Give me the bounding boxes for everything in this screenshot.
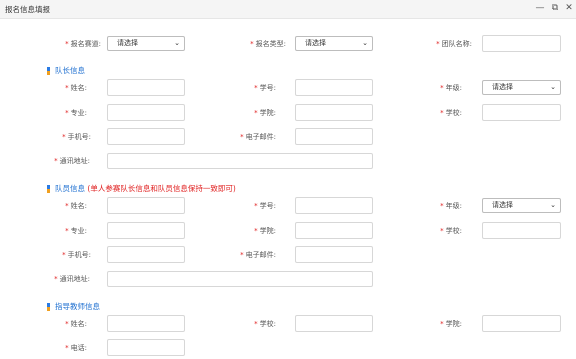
member-college-input[interactable]	[295, 222, 373, 239]
leader-student-id-input[interactable]	[295, 79, 373, 96]
competition-select[interactable]: 请选择 ⌄	[107, 36, 185, 51]
team-name-label: * 团队名称:	[436, 40, 472, 48]
maximize-icon[interactable]: ⧉	[550, 3, 560, 14]
leader-college-label: * 学院:	[254, 109, 276, 117]
section-marker-icon	[47, 67, 50, 75]
member-phone-label: * 手机号:	[62, 251, 91, 259]
member-student-id-label: * 学号:	[254, 202, 276, 210]
teacher-school-input[interactable]	[295, 315, 373, 332]
leader-student-id-label: * 学号:	[254, 84, 276, 92]
leader-email-input[interactable]	[295, 128, 373, 145]
teacher-phone-input[interactable]	[107, 339, 185, 356]
member-email-label: * 电子邮件:	[240, 251, 276, 259]
close-icon[interactable]: ✕	[564, 3, 574, 14]
teacher-name-input[interactable]	[107, 315, 185, 332]
leader-name-input[interactable]	[107, 79, 185, 96]
member-school-input[interactable]	[482, 222, 561, 239]
chevron-down-icon: ⌄	[174, 39, 180, 47]
leader-college-input[interactable]	[295, 104, 373, 121]
member-college-label: * 学院:	[254, 227, 276, 235]
leader-major-label: * 专业:	[65, 109, 87, 117]
teacher-section-header: 指导教师信息	[47, 301, 247, 313]
leader-address-input[interactable]	[107, 153, 373, 169]
leader-school-label: * 学校:	[440, 109, 462, 117]
section-marker-icon	[47, 303, 50, 311]
member-section-note: (单人参赛队长信息和队员信息保持一致即可)	[87, 184, 236, 193]
team-name-input[interactable]	[482, 35, 561, 52]
member-grade-select[interactable]: 请选择 ⌄	[482, 198, 561, 213]
leader-address-label: * 通讯地址:	[54, 157, 90, 165]
window-title: 报名信息填报	[5, 5, 50, 14]
member-name-label: * 姓名:	[65, 202, 87, 210]
member-grade-label: * 年级:	[440, 202, 462, 210]
member-major-input[interactable]	[107, 222, 185, 239]
leader-school-input[interactable]	[482, 104, 561, 121]
member-email-input[interactable]	[295, 246, 373, 263]
teacher-school-label: * 学校:	[254, 320, 276, 328]
leader-grade-label: * 年级:	[440, 84, 462, 92]
type-select[interactable]: 请选择 ⌄	[295, 36, 373, 51]
section-marker-icon	[47, 185, 50, 193]
minimize-icon[interactable]: —	[535, 3, 545, 14]
leader-grade-select[interactable]: 请选择 ⌄	[482, 80, 561, 95]
teacher-name-label: * 姓名:	[65, 320, 87, 328]
window-titlebar: 报名信息填报 — ⧉ ✕	[0, 0, 576, 19]
member-student-id-input[interactable]	[295, 197, 373, 214]
leader-major-input[interactable]	[107, 104, 185, 121]
teacher-college-input[interactable]	[482, 315, 561, 332]
member-name-input[interactable]	[107, 197, 185, 214]
member-school-label: * 学校:	[440, 227, 462, 235]
member-major-label: * 专业:	[65, 227, 87, 235]
leader-email-label: * 电子邮件:	[240, 133, 276, 141]
teacher-college-label: * 学院:	[440, 320, 462, 328]
chevron-down-icon: ⌄	[362, 39, 368, 47]
chevron-down-icon: ⌄	[550, 201, 556, 209]
member-section-header: 队员信息 (单人参赛队长信息和队员信息保持一致即可)	[47, 183, 347, 195]
teacher-phone-label: * 电话:	[65, 344, 87, 352]
chevron-down-icon: ⌄	[550, 83, 556, 91]
member-address-input[interactable]	[107, 271, 373, 287]
leader-phone-label: * 手机号:	[62, 133, 91, 141]
leader-name-label: * 姓名:	[65, 84, 87, 92]
member-address-label: * 通讯地址:	[54, 275, 90, 283]
member-phone-input[interactable]	[107, 246, 185, 263]
type-label: * 报名类型:	[250, 40, 286, 48]
leader-phone-input[interactable]	[107, 128, 185, 145]
competition-label: * 报名赛道:	[65, 40, 101, 48]
leader-section-header: 队长信息	[47, 65, 247, 77]
